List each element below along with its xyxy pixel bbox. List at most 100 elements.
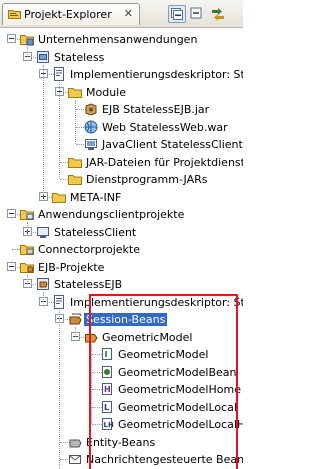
tree-item-label: Nachrichtengesteuerte Beans <box>86 453 243 466</box>
folder-icon <box>51 189 67 205</box>
tree-item-label: Session-Beans <box>84 313 168 326</box>
tree-item[interactable]: Web StatelessWeb.war <box>0 118 243 137</box>
tree-item[interactable]: Session-Beans <box>0 310 243 329</box>
tree-item-label: Web StatelessWeb.war <box>102 120 228 134</box>
project-explorer-view: Projekt-Explorer ✕ Unternehmensanwendung… <box>0 0 243 469</box>
tree-guide-line <box>27 274 28 284</box>
tree-guide-line <box>43 64 44 197</box>
tree-guide-line <box>27 47 28 57</box>
view-menu-icon <box>210 5 226 24</box>
bean-class-icon <box>99 364 115 380</box>
tree-item[interactable]: StatelessClient <box>0 223 243 242</box>
tree-item[interactable]: JavaClient StatelessClient <box>0 135 243 154</box>
deployment-descriptor-icon <box>51 294 67 310</box>
tree-guide-line <box>75 99 76 144</box>
collapse-toggle[interactable] <box>7 209 16 218</box>
ejb-folder-icon <box>19 259 35 275</box>
tree-item[interactable]: Dienstprogramm-JARs <box>0 170 243 189</box>
collapse-toggle[interactable] <box>7 34 16 43</box>
web-module-icon <box>83 119 99 135</box>
tree-guide-line <box>27 222 28 232</box>
client-module-icon <box>83 136 99 152</box>
local-home-interface-icon: LH <box>99 416 115 432</box>
tree-item-label: JavaClient StatelessClient <box>102 138 243 151</box>
deployment-descriptor-icon <box>51 66 67 82</box>
tree-guide-line <box>59 309 60 469</box>
tree-item[interactable]: Nachrichtengesteuerte Beans <box>0 450 243 469</box>
tree-item[interactable]: H GeometricModelHome <box>0 380 243 399</box>
tree-item[interactable]: StatelessEJB <box>0 275 243 294</box>
tree-item-label: Stateless <box>54 50 105 64</box>
link-with-editor-button[interactable] <box>188 5 206 23</box>
tree-guide-line <box>43 292 44 302</box>
message-beans-icon <box>67 451 83 467</box>
session-bean-icon <box>83 329 99 345</box>
view-tab[interactable]: Projekt-Explorer ✕ <box>2 3 140 25</box>
tree-item-label: GeometricModel <box>118 348 209 361</box>
tree-item-label: Implementierungsdeskriptor: Stateless <box>70 68 243 81</box>
tree-item-label: Connectorprojekte <box>38 243 141 256</box>
ejb-module-icon <box>83 101 99 117</box>
tree-guide-line <box>91 344 92 424</box>
tree-item-label: Entity-Beans <box>86 435 156 449</box>
collapse-all-icon <box>169 6 185 25</box>
client-project-icon <box>35 224 51 240</box>
tree-item-label: GeometricModelBean <box>118 365 237 379</box>
tree-guide-line <box>59 82 60 179</box>
project-explorer-icon <box>8 10 21 19</box>
tree-item[interactable]: Implementierungsdeskriptor: Stateless <box>0 65 243 84</box>
tree-item[interactable]: Entity-Beans <box>0 433 243 452</box>
tree-item-label: Dienstprogramm-JARs <box>86 173 208 186</box>
tree-guide-line <box>75 327 76 337</box>
folder-icon <box>67 171 83 187</box>
tree-item[interactable]: META-INF <box>0 188 243 207</box>
tree-item[interactable]: Implementierungsdeskriptor: StatelessEJB <box>0 293 243 312</box>
session-beans-icon <box>67 311 83 327</box>
tree-item[interactable]: Anwendungsclientprojekte <box>0 205 243 224</box>
connector-folder-icon <box>19 241 35 257</box>
tree-item[interactable]: Connectorprojekte <box>0 240 243 259</box>
svg-text:I: I <box>105 350 108 359</box>
folder-icon <box>67 84 83 100</box>
tree-item-label: Module <box>86 85 126 99</box>
view-menu-button[interactable] <box>210 5 228 23</box>
view-title: Projekt-Explorer <box>24 8 112 21</box>
tree-item[interactable]: JAR-Dateien für Projektdienstprogramme <box>0 153 243 172</box>
tree-item-label: Anwendungsclientprojekte <box>38 208 185 221</box>
tree-item-label: StatelessEJB <box>54 278 123 291</box>
tree-item-label: GeometricModel <box>102 330 193 344</box>
tree-item-label: JAR-Dateien für Projektdienstprogramme <box>86 155 243 169</box>
tree-item[interactable]: Stateless <box>0 48 243 67</box>
tree-item-label: GeometricModelLocalHome <box>118 418 243 431</box>
collapse-toggle[interactable] <box>7 261 16 271</box>
home-interface-icon: H <box>99 381 115 397</box>
tree-item[interactable]: EJB StatelessEJB.jar <box>0 100 243 119</box>
tree-item-label: EJB-Projekte <box>38 260 105 274</box>
tree-item[interactable]: L GeometricModelLocal <box>0 398 243 417</box>
tree-item[interactable]: I GeometricModel <box>0 345 243 364</box>
folder-icon <box>67 154 83 170</box>
svg-text:L: L <box>104 403 109 412</box>
tree-item-label: META-INF <box>70 190 122 204</box>
tree-item-label: GeometricModelLocal <box>118 400 237 414</box>
tree-item[interactable]: GeometricModel <box>0 328 243 347</box>
tree-item[interactable]: GeometricModelBean <box>0 363 243 382</box>
enterprise-app-folder-icon <box>19 31 35 47</box>
ear-project-icon <box>35 49 51 65</box>
tree-item[interactable]: Module <box>0 83 243 102</box>
local-interface-icon: L <box>99 399 115 415</box>
link-with-editor-icon <box>188 5 204 24</box>
tree-item-label: Unternehmensanwendungen <box>38 33 198 46</box>
tree-item-label: StatelessClient <box>54 225 137 239</box>
ejb-project-icon <box>35 276 51 292</box>
collapse-all-button[interactable] <box>168 5 186 23</box>
project-tree: Unternehmensanwendungen Stateless Implemen… <box>0 28 243 469</box>
svg-text:H: H <box>104 385 111 394</box>
tree-item-label: Implementierungsdeskriptor: StatelessEJB <box>70 295 243 309</box>
tree-item-label: GeometricModelHome <box>118 383 241 396</box>
tree-item[interactable]: EJB-Projekte <box>0 258 243 277</box>
tree-item[interactable]: Unternehmensanwendungen <box>0 30 243 49</box>
tree-item[interactable]: LH GeometricModelLocalHome <box>0 415 243 434</box>
close-icon[interactable]: ✕ <box>124 7 133 21</box>
remote-interface-icon: I <box>99 346 115 362</box>
